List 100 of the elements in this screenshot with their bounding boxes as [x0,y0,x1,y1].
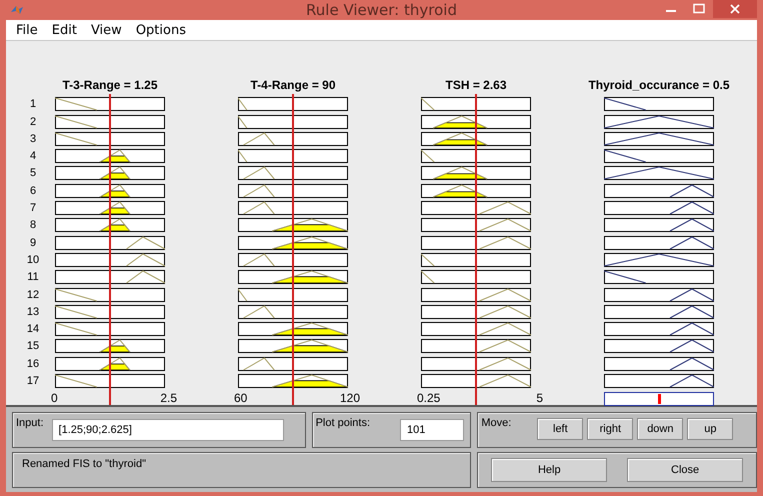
rule-number: 17 [26,374,40,388]
membership-plot[interactable] [55,304,165,319]
membership-plot[interactable] [55,339,165,354]
menu-item[interactable]: Options [130,22,194,38]
membership-plot[interactable] [604,97,714,112]
membership-plot[interactable] [421,218,531,232]
move-button[interactable]: down [637,418,684,440]
membership-plot[interactable] [55,356,165,371]
membership-plot[interactable] [55,288,165,302]
move-button[interactable]: left [537,418,584,440]
membership-plot[interactable] [604,166,714,180]
variable-title: Thyroid_occurance = 0.5 [588,78,730,92]
membership-plot[interactable] [604,288,714,302]
membership-plot[interactable] [55,97,165,112]
input-field[interactable]: [1.25;90;2.625] [52,419,284,441]
axis-label: 0.25 [417,391,440,406]
membership-plot[interactable] [421,149,531,164]
membership-plot[interactable] [421,374,531,388]
input-cursor-line[interactable] [475,94,477,405]
membership-plot[interactable] [55,201,165,216]
membership-plot[interactable] [238,339,348,354]
membership-plot[interactable] [604,184,714,198]
membership-plot[interactable] [421,288,531,302]
membership-plot[interactable] [421,184,531,198]
membership-plot[interactable] [238,236,348,250]
rule-number: 11 [27,270,39,284]
menu-item[interactable]: File [10,22,46,38]
membership-plot[interactable] [604,322,714,336]
rule-number: 10 [26,252,40,267]
membership-plot[interactable] [55,218,165,232]
membership-plot[interactable] [421,97,531,112]
plot-points-field[interactable]: 101 [400,419,464,441]
dialog-button[interactable]: Close [627,458,744,482]
membership-plot[interactable] [604,201,714,216]
membership-plot[interactable] [238,356,348,371]
axis-label: 5 [536,391,543,406]
membership-plot[interactable] [604,356,714,371]
membership-plot[interactable] [55,252,165,267]
membership-plot[interactable] [238,288,348,302]
rule-number: 4 [30,149,36,164]
membership-plot[interactable] [421,201,531,216]
membership-plot[interactable] [421,270,531,284]
membership-plot[interactable] [604,252,714,267]
input-cursor-line[interactable] [109,94,111,405]
membership-plot[interactable] [238,114,348,129]
membership-plot[interactable] [238,218,348,232]
axis-label: 120 [340,391,360,406]
membership-plot[interactable] [421,166,531,180]
membership-plot[interactable] [604,236,714,250]
membership-plot[interactable] [55,166,165,180]
axis-label: 0 [51,391,58,406]
membership-plot[interactable] [421,132,531,146]
membership-plot[interactable] [604,149,714,164]
membership-plot[interactable] [604,339,714,354]
membership-plot[interactable] [55,322,165,336]
membership-plot[interactable] [55,374,165,388]
membership-plot[interactable] [604,132,714,146]
move-button[interactable]: up [687,418,734,440]
membership-plot[interactable] [238,166,348,180]
menu-item[interactable]: Edit [46,22,85,38]
membership-plot[interactable] [55,270,165,284]
input-cursor-line[interactable] [292,94,294,405]
membership-plot[interactable] [238,322,348,336]
membership-plot[interactable] [421,252,531,267]
input-label: Input: [16,417,44,429]
close-icon[interactable] [713,0,757,18]
membership-plot[interactable] [604,270,714,284]
membership-plot[interactable] [238,252,348,267]
membership-plot[interactable] [238,184,348,198]
rule-number: 7 [30,201,36,216]
membership-plot[interactable] [421,114,531,129]
membership-plot[interactable] [238,132,348,146]
membership-plot[interactable] [238,304,348,319]
rule-number: 2 [30,114,36,129]
membership-plot[interactable] [604,218,714,232]
axis-label: 2.5 [160,391,177,406]
membership-plot[interactable] [55,236,165,250]
membership-plot[interactable] [421,304,531,319]
membership-plot[interactable] [604,114,714,129]
membership-plot[interactable] [238,270,348,284]
membership-plot[interactable] [55,114,165,129]
dialog-button[interactable]: Help [491,458,608,482]
membership-plot[interactable] [421,236,531,250]
membership-plot[interactable] [238,149,348,164]
membership-plot[interactable] [421,322,531,336]
menu-item[interactable]: View [84,22,130,38]
status-message: Renamed FIS to "thyroid" [22,458,146,470]
membership-plot[interactable] [238,374,348,388]
membership-plot[interactable] [238,201,348,216]
app-icon [10,4,24,16]
membership-plot[interactable] [604,374,714,388]
move-button[interactable]: right [587,418,634,440]
membership-plot[interactable] [55,132,165,146]
membership-plot[interactable] [604,304,714,319]
plot-points-label: Plot points: [316,417,370,429]
membership-plot[interactable] [55,184,165,198]
membership-plot[interactable] [421,339,531,354]
membership-plot[interactable] [238,97,348,112]
membership-plot[interactable] [55,149,165,164]
membership-plot[interactable] [421,356,531,371]
